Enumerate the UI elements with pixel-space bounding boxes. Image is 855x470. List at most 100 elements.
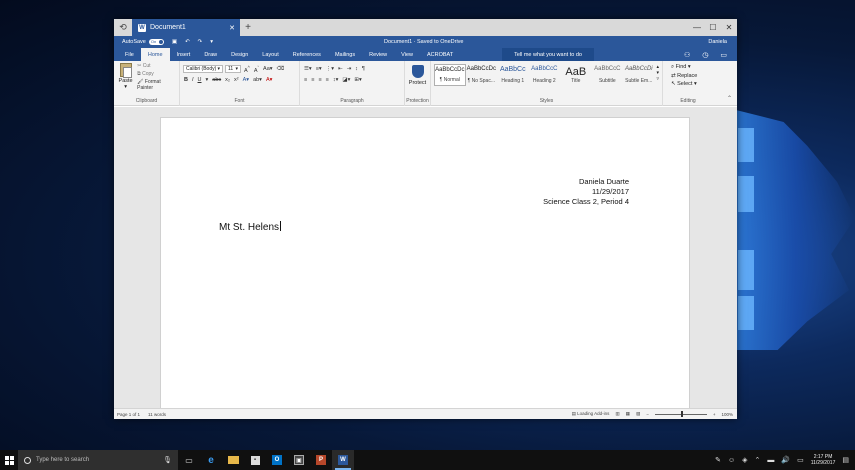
show-formatting-icon[interactable]: ¶ [361, 66, 366, 72]
style-title[interactable]: AaB Title [560, 64, 592, 86]
new-tab-icon[interactable]: + [240, 19, 256, 36]
font-size-select[interactable]: 11 ▾ [225, 65, 241, 73]
person-icon[interactable]: ⚇ [684, 51, 690, 59]
network-icon[interactable]: ▬ [767, 457, 774, 464]
highlight-icon[interactable]: ab▾ [252, 77, 263, 83]
tab-view[interactable]: View [394, 48, 420, 61]
web-layout-icon[interactable]: ▧ [636, 411, 640, 417]
microphone-icon[interactable]: 🎙 [163, 456, 172, 464]
numbering-icon[interactable]: ≡▾ [315, 66, 323, 72]
align-center-icon[interactable]: ≡ [310, 77, 315, 83]
style-normal[interactable]: AaBbCcDc ¶ Normal [434, 64, 466, 86]
clock[interactable]: 2:17 PM 11/29/2017 [811, 454, 836, 466]
people-icon[interactable]: ☺ [728, 457, 735, 464]
italic-icon[interactable]: I [191, 77, 195, 83]
bold-icon[interactable]: B [183, 77, 189, 83]
document-body-title[interactable]: Mt St. Helens [219, 221, 282, 233]
tab-insert[interactable]: Insert [170, 48, 198, 61]
read-mode-icon[interactable]: ▥ [615, 411, 619, 417]
close-tab-icon[interactable]: ✕ [229, 24, 235, 32]
style-no-spacing[interactable]: AaBbCcDc ¶ No Spac... [466, 64, 498, 86]
edge-icon[interactable]: e [200, 450, 222, 470]
pen-icon[interactable]: ✎ [715, 456, 721, 464]
align-left-icon[interactable]: ≡ [303, 77, 308, 83]
tab-layout[interactable]: Layout [255, 48, 286, 61]
replace-button[interactable]: ⇄ Replace [671, 73, 710, 79]
save-icon[interactable]: ▣ [172, 39, 177, 45]
copy-button[interactable]: ⧉ Copy [137, 71, 176, 77]
taskbar-search[interactable]: Type here to search 🎙 [18, 450, 178, 470]
user-name[interactable]: Daniela [708, 39, 727, 45]
collapse-ribbon-icon[interactable]: ⌃ [727, 95, 732, 102]
task-view-icon[interactable]: ▭ [178, 450, 200, 470]
strikethrough-icon[interactable]: abc [211, 77, 222, 83]
comments-icon[interactable]: ▭ [720, 51, 727, 59]
multilevel-list-icon[interactable]: ⋮▾ [325, 66, 335, 72]
document-canvas[interactable]: Daniela Duarte 11/29/2017 Science Class … [114, 107, 737, 408]
sway-icon[interactable]: ▣ [288, 450, 310, 470]
justify-icon[interactable]: ≡ [325, 77, 330, 83]
bullets-icon[interactable]: ☰▾ [303, 66, 313, 72]
font-color-icon[interactable]: A▾ [265, 77, 273, 83]
word-count[interactable]: 11 words [148, 412, 166, 417]
security-icon[interactable]: ◈ [742, 456, 747, 464]
zoom-slider[interactable] [654, 410, 707, 417]
volume-icon[interactable]: 🔊 [781, 456, 790, 464]
find-button[interactable]: ⌕ Find ▾ [671, 64, 710, 71]
sort-icon[interactable]: ↕ [354, 66, 359, 72]
align-right-icon[interactable]: ≡ [317, 77, 322, 83]
undo-icon[interactable]: ↶ [185, 39, 190, 45]
shrink-font-icon[interactable]: Aˇ [253, 65, 260, 74]
protect-button[interactable]: Protect [409, 80, 426, 86]
zoom-in-icon[interactable]: + [713, 412, 716, 417]
file-explorer-icon[interactable] [222, 450, 244, 470]
grow-font-icon[interactable]: A^ [243, 65, 251, 74]
start-button[interactable] [0, 450, 18, 470]
text-effects-icon[interactable]: A▾ [242, 77, 250, 83]
tab-review[interactable]: Review [362, 48, 394, 61]
tab-references[interactable]: References [286, 48, 328, 61]
tab-acrobat[interactable]: ACROBAT [420, 48, 460, 61]
page-count[interactable]: Page 1 of 1 [117, 412, 140, 417]
superscript-icon[interactable]: x² [233, 77, 240, 83]
action-center-icon[interactable]: ▤ [842, 456, 849, 464]
clear-formatting-icon[interactable]: ⌫ [276, 66, 286, 72]
borders-icon[interactable]: ⊞▾ [353, 77, 362, 83]
format-painter-button[interactable]: 🖌 Format Painter [137, 79, 176, 91]
history-icon[interactable]: ⟲ [114, 19, 132, 36]
change-case-icon[interactable]: Aa▾ [262, 66, 274, 72]
document-title[interactable]: Document1 · Saved to OneDrive [384, 39, 463, 45]
powerpoint-icon[interactable]: P [310, 450, 332, 470]
style-subtle-emphasis[interactable]: AaBbCcDi Subtle Em... [623, 64, 655, 86]
shading-icon[interactable]: ◪▾ [341, 77, 351, 83]
document-page[interactable]: Daniela Duarte 11/29/2017 Science Class … [160, 117, 690, 408]
tell-me-search[interactable]: Tell me what you want to do [502, 48, 594, 61]
cut-button[interactable]: ✂ Cut [137, 63, 176, 69]
line-spacing-icon[interactable]: ↕▾ [332, 77, 340, 83]
underline-dropdown-icon[interactable]: ▾ [205, 77, 210, 83]
close-icon[interactable]: ✕ [721, 19, 737, 36]
word-taskbar-icon[interactable]: W [332, 450, 354, 470]
tab-draw[interactable]: Draw [197, 48, 224, 61]
maximize-icon[interactable]: ☐ [705, 19, 721, 36]
redo-icon[interactable]: ↷ [198, 39, 203, 45]
zoom-level[interactable]: 100% [721, 412, 733, 417]
autosave-toggle[interactable]: On [148, 39, 164, 45]
tab-file[interactable]: File [118, 48, 141, 61]
shield-icon[interactable] [411, 65, 424, 78]
decrease-indent-icon[interactable]: ⇤ [337, 66, 344, 72]
tab-mailings[interactable]: Mailings [328, 48, 362, 61]
battery-icon[interactable]: ▭ [797, 456, 804, 464]
font-name-select[interactable]: Calibri (Body) ▾ [183, 65, 223, 73]
zoom-out-icon[interactable]: − [646, 412, 649, 417]
style-subtitle[interactable]: AaBbCcC Subtitle [592, 64, 624, 86]
tab-home[interactable]: Home [140, 48, 170, 61]
print-layout-icon[interactable]: ▦ [626, 411, 630, 417]
subscript-icon[interactable]: x₂ [224, 77, 231, 83]
tab-design[interactable]: Design [224, 48, 255, 61]
tray-expand-icon[interactable]: ⌃ [755, 456, 761, 464]
outlook-icon[interactable]: O [266, 450, 288, 470]
window-tab-document1[interactable]: W Document1 ✕ [132, 19, 240, 36]
increase-indent-icon[interactable]: ⇥ [346, 66, 353, 72]
customize-qat-icon[interactable]: ▾ [210, 39, 213, 45]
